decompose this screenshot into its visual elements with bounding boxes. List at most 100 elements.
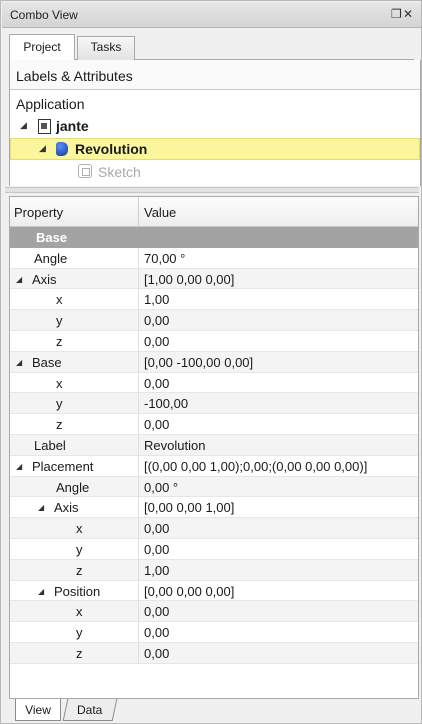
property-row[interactable]: x 1,00: [10, 289, 418, 311]
property-row[interactable]: y 0,00: [10, 539, 418, 560]
expand-arrow-icon[interactable]: ◢: [38, 587, 44, 596]
property-name: z: [76, 646, 83, 661]
property-row[interactable]: ◢ Axis [1,00 0,00 0,00]: [10, 268, 418, 290]
property-value[interactable]: [(0,00 0,00 1,00);0,00;(0,00 0,00 0,00)]: [144, 459, 367, 474]
property-value[interactable]: 0,00 °: [144, 480, 178, 495]
column-divider: [138, 414, 139, 434]
property-name: y: [56, 396, 63, 412]
tree-item-revolution[interactable]: ◢ Revolution: [10, 138, 420, 160]
property-row[interactable]: x 0,00: [10, 518, 418, 539]
property-name: z: [76, 562, 83, 578]
property-row[interactable]: Label Revolution: [10, 435, 418, 456]
revolution-icon: [56, 142, 68, 156]
tree-item-jante-label: jante: [56, 118, 89, 134]
property-value[interactable]: [0,00 -100,00 0,00]: [144, 355, 253, 370]
property-value[interactable]: 0,00: [144, 625, 169, 640]
property-row[interactable]: z 0,00: [10, 414, 418, 435]
expand-arrow-icon[interactable]: ◢: [20, 120, 27, 131]
property-name: y: [76, 542, 83, 557]
tab-data[interactable]: Data: [62, 699, 118, 721]
column-divider: [138, 310, 139, 330]
value-column-header[interactable]: Value: [144, 205, 176, 220]
column-divider[interactable]: [138, 197, 139, 227]
property-value[interactable]: 0,00: [144, 542, 169, 557]
column-divider: [138, 372, 139, 393]
property-name: Angle: [34, 250, 68, 266]
top-tab-bar: Project Tasks: [9, 34, 414, 61]
property-table-header: Property Value: [10, 197, 418, 227]
title-bar: Combo View ❐✕: [2, 2, 421, 28]
combo-view-panel: Combo View ❐✕ Project Tasks Labels & Att…: [0, 0, 422, 724]
column-divider: [138, 497, 139, 518]
tab-view-label: View: [25, 703, 51, 717]
restore-icon[interactable]: ❐: [391, 7, 403, 21]
property-value[interactable]: [0,00 0,00 1,00]: [144, 500, 234, 515]
column-divider: [138, 435, 139, 455]
expand-arrow-icon[interactable]: ◢: [16, 462, 22, 471]
tree-item-jante[interactable]: ◢ jante: [10, 115, 420, 137]
property-value[interactable]: 1,00: [144, 292, 169, 307]
property-value[interactable]: [1,00 0,00 0,00]: [144, 272, 234, 287]
property-value[interactable]: -100,00: [144, 396, 188, 411]
expand-arrow-icon[interactable]: ◢: [38, 503, 44, 512]
tree-item-sketch-label: Sketch: [98, 164, 141, 180]
property-value[interactable]: 0,00: [144, 604, 169, 619]
property-value[interactable]: 0,00: [144, 521, 169, 536]
property-name: Position: [54, 583, 101, 599]
property-row[interactable]: ◢ Position [0,00 0,00 0,00]: [10, 580, 418, 602]
tree-header[interactable]: Labels & Attributes: [10, 60, 420, 90]
property-name: y: [56, 313, 63, 329]
column-divider: [138, 331, 139, 351]
property-row[interactable]: Angle 70,00 °: [10, 247, 418, 269]
property-row[interactable]: y 0,00: [10, 622, 418, 643]
property-row[interactable]: Angle 0,00 °: [10, 476, 418, 498]
property-name: x: [56, 375, 63, 391]
property-value[interactable]: 1,00: [144, 563, 169, 578]
property-value[interactable]: 0,00: [144, 334, 169, 349]
tab-project[interactable]: Project: [9, 34, 75, 61]
property-name: z: [56, 417, 63, 433]
tab-tasks[interactable]: Tasks: [77, 36, 135, 60]
expand-arrow-icon[interactable]: ◢: [16, 275, 22, 284]
property-name: Placement: [32, 458, 94, 474]
property-row[interactable]: x 0,00: [10, 601, 418, 623]
property-value[interactable]: 0,00: [144, 417, 169, 432]
property-value[interactable]: [0,00 0,00 0,00]: [144, 584, 234, 599]
property-row[interactable]: y -100,00: [10, 393, 418, 415]
property-row[interactable]: ◢ Placement [(0,00 0,00 1,00);0,00;(0,00 0…: [10, 455, 418, 477]
sketch-icon: [78, 164, 92, 178]
property-row[interactable]: ◢ Axis [0,00 0,00 1,00]: [10, 497, 418, 519]
expand-arrow-icon[interactable]: ◢: [16, 358, 22, 367]
column-divider: [138, 601, 139, 622]
column-divider: [138, 476, 139, 497]
property-row[interactable]: x 0,00: [10, 372, 418, 394]
column-divider: [138, 289, 139, 310]
property-value[interactable]: 0,00: [144, 376, 169, 391]
property-group-row[interactable]: Base: [10, 227, 418, 248]
column-divider: [138, 539, 139, 559]
property-row[interactable]: y 0,00: [10, 310, 418, 331]
model-tree: Labels & Attributes Application ◢ jante …: [9, 60, 421, 186]
property-value[interactable]: Revolution: [144, 438, 205, 453]
document-icon: [38, 119, 51, 134]
property-name: Base: [36, 230, 68, 245]
property-name: y: [76, 625, 83, 641]
tree-item-sketch[interactable]: Sketch: [10, 161, 420, 183]
property-name: Base: [32, 354, 62, 370]
property-column-header[interactable]: Property: [14, 205, 63, 220]
property-name: z: [56, 334, 63, 349]
panel-splitter[interactable]: [5, 187, 419, 193]
property-value[interactable]: 0,00: [144, 646, 169, 661]
property-value[interactable]: 70,00 °: [144, 251, 185, 266]
property-row[interactable]: z 0,00: [10, 331, 418, 352]
column-divider: [138, 643, 139, 663]
close-icon[interactable]: ✕: [403, 7, 415, 21]
property-value[interactable]: 0,00: [144, 313, 169, 328]
property-row[interactable]: z 0,00: [10, 643, 418, 664]
tree-root-application[interactable]: Application: [10, 93, 420, 115]
expand-arrow-icon[interactable]: ◢: [39, 143, 46, 154]
tab-view[interactable]: View: [15, 699, 61, 721]
property-row[interactable]: ◢ Base [0,00 -100,00 0,00]: [10, 351, 418, 373]
property-row[interactable]: z 1,00: [10, 559, 418, 581]
column-divider: [138, 268, 139, 289]
